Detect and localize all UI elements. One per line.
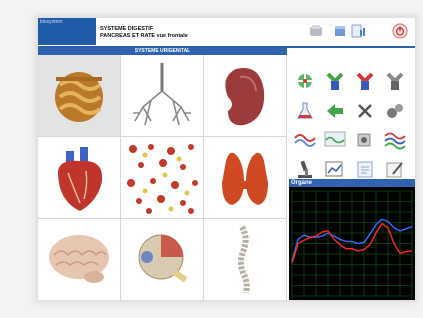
section-header: SYSTEME URIGENITAL [38,48,287,55]
wave-compare-icon[interactable] [323,128,347,150]
eye-image [138,234,188,283]
spine-image [238,225,250,294]
edit-icon[interactable] [383,158,407,180]
microscope-icon[interactable] [293,158,317,180]
organ-chart [291,190,413,297]
system-subtitle: PANCREAS ET RATE vue frontale [100,33,188,39]
organ-thyroid-tile[interactable] [204,137,286,218]
app-logo: biosystem [38,18,96,45]
organ-heart-tile[interactable] [38,137,120,218]
close-icon[interactable] [353,100,377,122]
kidney-image [225,67,265,126]
system-title: SYSTEME DIGESTIF [100,26,154,32]
organ-spine-tile[interactable] [204,219,286,300]
power-icon[interactable] [392,23,408,39]
brain-image [49,235,109,283]
logo-text: biosystem [40,19,63,25]
thyroid-image [222,152,268,205]
database-icon[interactable] [332,23,348,39]
tube-gray-icon[interactable] [383,70,407,92]
wave-icon[interactable] [293,128,317,150]
chart-tool-icon[interactable] [323,158,347,180]
organ-intestines-tile[interactable] [38,55,120,136]
intestines-image [55,72,103,122]
lungs-image [133,63,191,126]
document-chart-icon[interactable] [350,23,366,39]
arrow-back-icon[interactable] [323,100,347,122]
organ-grid [38,55,287,300]
tool-panel [289,48,415,198]
heart-image [58,147,103,211]
organ-kidney-tile[interactable] [204,55,286,136]
wave-multi-icon[interactable] [383,128,407,150]
organ-eye-tile[interactable] [121,219,203,300]
blood-cells-image [127,144,198,214]
organ-brain-tile[interactable] [38,219,120,300]
tube-green-icon[interactable] [323,70,347,92]
navigate-icon[interactable] [293,70,317,92]
flask-icon[interactable] [293,100,317,122]
chart-title: Organe [289,179,415,187]
app-window: biosystem SYSTEME DIGESTIF PANCREAS ET R… [38,18,415,300]
sound-icon[interactable] [353,128,377,150]
organ-blood-cells-tile[interactable] [121,137,203,218]
spheres-icon[interactable] [383,100,407,122]
organ-chart-panel: Organe [289,179,415,300]
organ-lungs-tile[interactable] [121,55,203,136]
notes-icon[interactable] [353,158,377,180]
disk-icon[interactable] [308,23,324,39]
top-bar: biosystem SYSTEME DIGESTIF PANCREAS ET R… [38,18,415,46]
tube-red-icon[interactable] [353,70,377,92]
